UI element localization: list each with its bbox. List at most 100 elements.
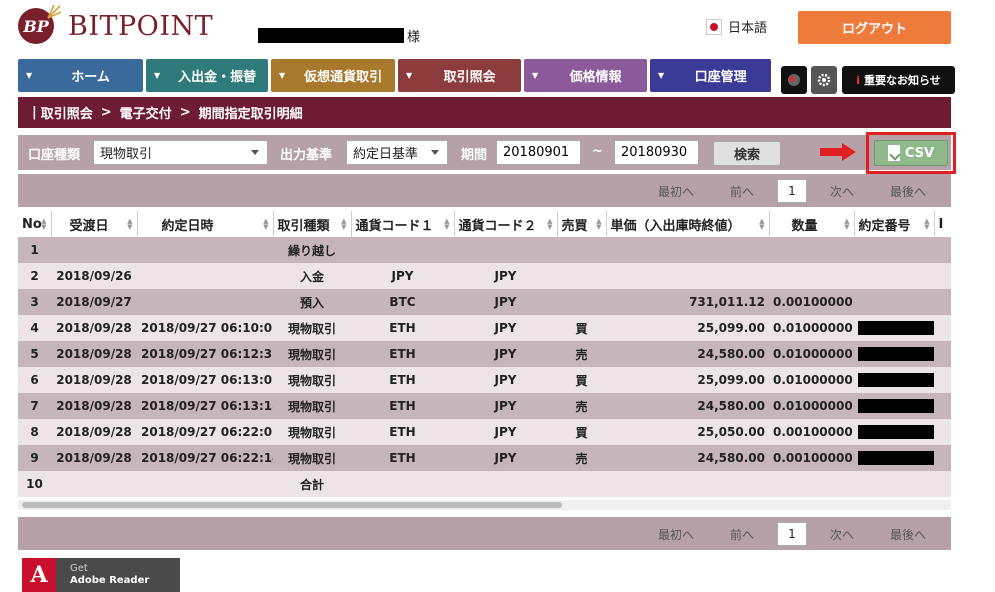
nav-item-price-info[interactable]: ▼ 価格情報	[524, 59, 647, 92]
cell-no: 5	[18, 341, 51, 367]
cell-cur1: ETH	[351, 419, 454, 445]
cell-price: 25,099.00	[606, 367, 769, 393]
cell-cur2	[454, 237, 557, 263]
cell-delivery	[51, 471, 137, 497]
info-icon: i	[856, 73, 860, 87]
search-button[interactable]: 検索	[713, 141, 781, 166]
cell-cur1: ETH	[351, 341, 454, 367]
nav-item-deposit[interactable]: ▼ 入出金・振替	[146, 59, 268, 92]
period-from-input[interactable]	[496, 140, 581, 165]
cell-delivery: 2018/09/28	[51, 393, 137, 419]
statement-table-container[interactable]: No ▲ ▼ 受渡日 ▲ ▼ 約定日時 ▲ ▼ 取引種類 ▲ ▼ 通貨コード１ ▲ ▼ 通貨コード２…	[18, 211, 951, 498]
nav-item-account[interactable]: ▼ 口座管理	[650, 59, 771, 92]
cell-executed	[137, 471, 273, 497]
breadcrumb-item-e-delivery[interactable]: 電子交付	[120, 103, 172, 122]
important-notice-button[interactable]: i 重要なお知らせ	[842, 66, 955, 94]
cell-qty: 0.00100000	[769, 445, 854, 471]
round-dark-icon[interactable]	[781, 66, 807, 94]
cell-type: 繰り越し	[273, 237, 351, 263]
cell-side: 売	[557, 341, 606, 367]
cell-cur2: JPY	[454, 393, 557, 419]
column-header[interactable]: No ▲ ▼	[18, 211, 52, 237]
breadcrumb-item-trade-inquiry[interactable]: 取引照会	[41, 103, 93, 122]
cell-delivery: 2018/09/26	[51, 263, 137, 289]
column-header[interactable]: 数量 ▲ ▼	[769, 211, 855, 237]
pager-last[interactable]: 最後へ	[890, 526, 926, 543]
breadcrumb-separator: >	[179, 105, 191, 120]
get-adobe-reader-link[interactable]: A Get Adobe Reader	[22, 558, 180, 592]
cell-qty: 0.01000000	[769, 341, 854, 367]
column-header[interactable]: 売買 ▲ ▼	[557, 211, 607, 237]
logout-button[interactable]: ログアウト	[798, 11, 951, 44]
brand-name: BITPOINT	[68, 10, 214, 42]
table-row: 7 2018/09/28 2018/09/27 06:13:18 現物取引 ETH JPY…	[18, 393, 951, 419]
sort-icon: ▲ ▼	[547, 217, 553, 231]
column-header[interactable]: 約定番号 ▲ ▼	[854, 211, 935, 237]
table-row: 1 繰り越し	[18, 237, 951, 263]
cell-executed: 2018/09/27 06:13:05	[137, 367, 273, 393]
redacted-user-name	[258, 28, 404, 43]
horizontal-scrollbar[interactable]	[18, 500, 951, 510]
cell-price: 24,580.00	[606, 341, 769, 367]
nav-item-home[interactable]: ▼ ホーム	[18, 59, 143, 92]
pager-last[interactable]: 最後へ	[890, 183, 926, 200]
chevron-down-icon: ▼	[279, 71, 286, 80]
cell-side	[557, 263, 606, 289]
brand-logo[interactable]: BP BITPOINT	[18, 4, 214, 46]
pager-current-page[interactable]: 1	[777, 522, 807, 546]
table-row: 9 2018/09/28 2018/09/27 06:22:14 現物取引 ETH JPY…	[18, 445, 951, 471]
cell-order-number	[854, 237, 934, 263]
column-header[interactable]: 通貨コード１ ▲ ▼	[351, 211, 455, 237]
pager-first[interactable]: 最初へ	[658, 526, 694, 543]
column-header[interactable]: 受渡日 ▲ ▼	[51, 211, 138, 237]
cell-cur2	[454, 471, 557, 497]
output-basis-select[interactable]: 約定日基準	[346, 140, 448, 165]
breadcrumb-separator: >	[100, 105, 112, 120]
cell-type: 現物取引	[273, 341, 351, 367]
pager-prev[interactable]: 前へ	[730, 526, 754, 543]
pager-prev[interactable]: 前へ	[730, 183, 754, 200]
cell-extra	[934, 393, 951, 419]
column-header[interactable]: 通貨コード２ ▲ ▼	[454, 211, 558, 237]
cell-cur1: ETH	[351, 315, 454, 341]
account-type-label: 口座種類	[28, 148, 81, 163]
nav-item-label: ホーム	[71, 70, 110, 85]
nav-item-crypto-trade[interactable]: ▼ 仮想通貨取引	[271, 59, 395, 92]
scrollbar-thumb[interactable]	[22, 502, 562, 508]
column-header[interactable]: 取引種類 ▲ ▼	[273, 211, 352, 237]
cell-type: 入金	[273, 263, 351, 289]
column-header[interactable]: I	[934, 211, 951, 237]
sort-icon: ▲ ▼	[444, 217, 450, 231]
cell-no: 10	[18, 471, 51, 497]
cell-delivery: 2018/09/28	[51, 341, 137, 367]
language-selector[interactable]: 日本語	[706, 17, 767, 36]
sort-icon: ▲ ▼	[41, 217, 47, 231]
nav-item-label: 口座管理	[694, 70, 747, 85]
nav-item-label: 価格情報	[569, 70, 622, 85]
pager-current-page[interactable]: 1	[777, 179, 807, 203]
cell-price: 731,011.12	[606, 289, 769, 315]
pager-next[interactable]: 次へ	[830, 183, 854, 200]
cell-cur2: JPY	[454, 341, 557, 367]
pager-first[interactable]: 最初へ	[658, 183, 694, 200]
cell-qty: 0.01000000	[769, 393, 854, 419]
cell-cur1: ETH	[351, 367, 454, 393]
cell-cur2: JPY	[454, 263, 557, 289]
logo-mark-icon: BP	[18, 4, 62, 44]
period-to-input[interactable]	[614, 140, 699, 165]
nav-item-trade-inquiry[interactable]: ▼ 取引照会	[398, 59, 521, 92]
sort-icon: ▲ ▼	[844, 217, 850, 231]
pager-next[interactable]: 次へ	[830, 526, 854, 543]
cell-extra	[934, 289, 951, 315]
cell-extra	[934, 237, 951, 263]
settings-gear-icon[interactable]	[811, 66, 837, 94]
output-basis-label: 出力基準	[280, 148, 333, 163]
cell-executed: 2018/09/27 06:12:32	[137, 341, 273, 367]
csv-download-button[interactable]: CSV	[874, 140, 948, 166]
account-type-select[interactable]: 現物取引	[93, 140, 268, 165]
cell-order-number	[854, 263, 934, 289]
cell-cur2: JPY	[454, 445, 557, 471]
column-header[interactable]: 単価（入出庫時終値） ▲ ▼	[606, 211, 770, 237]
sort-icon: ▲ ▼	[127, 217, 133, 231]
column-header[interactable]: 約定日時 ▲ ▼	[137, 211, 274, 237]
